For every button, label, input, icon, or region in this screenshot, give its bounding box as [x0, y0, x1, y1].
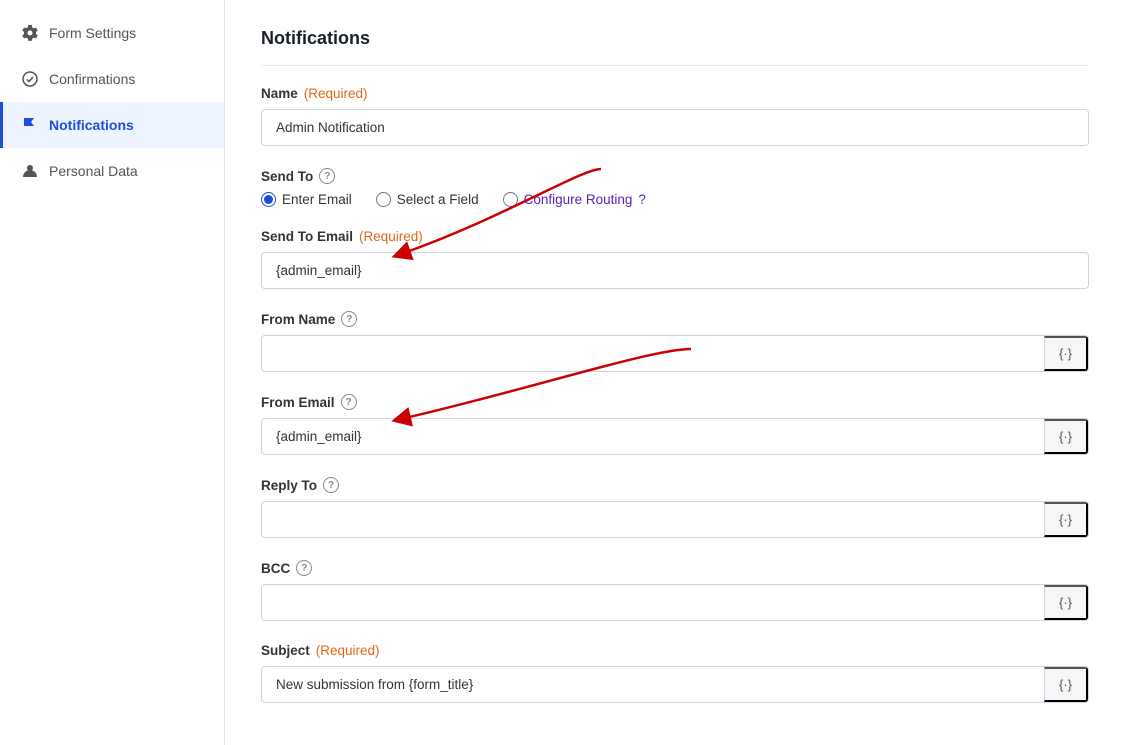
sidebar-item-notifications[interactable]: Notifications — [0, 102, 224, 148]
sidebar-item-label: Personal Data — [49, 163, 138, 179]
person-icon — [21, 162, 39, 180]
sidebar-item-confirmations[interactable]: Confirmations — [0, 56, 224, 102]
radio-enter-email-input[interactable] — [261, 192, 276, 207]
send-to-help-icon[interactable]: ? — [319, 168, 335, 184]
bcc-input[interactable] — [262, 585, 1044, 620]
send-to-email-input[interactable] — [261, 252, 1089, 289]
radio-select-field[interactable]: Select a Field — [376, 192, 479, 207]
subject-required: (Required) — [316, 643, 380, 658]
bcc-help-icon[interactable]: ? — [296, 560, 312, 576]
check-circle-icon — [21, 70, 39, 88]
from-email-group: From Email ? {·} — [261, 394, 1089, 455]
from-name-input-wrapper: {·} — [261, 335, 1089, 372]
name-required: (Required) — [304, 86, 368, 101]
reply-to-merge-button[interactable]: {·} — [1044, 502, 1088, 537]
send-to-radio-group: Enter Email Select a Field Configure Rou… — [261, 192, 1089, 207]
radio-select-field-label: Select a Field — [397, 192, 479, 207]
send-to-label: Send To ? — [261, 168, 1089, 184]
radio-enter-email[interactable]: Enter Email — [261, 192, 352, 207]
radio-configure-routing-input[interactable] — [503, 192, 518, 207]
from-email-merge-button[interactable]: {·} — [1044, 419, 1088, 454]
name-label: Name (Required) — [261, 86, 1089, 101]
send-to-group: Send To ? Enter Email Select a Field Con… — [261, 168, 1089, 207]
from-name-merge-button[interactable]: {·} — [1044, 336, 1088, 371]
bcc-merge-button[interactable]: {·} — [1044, 585, 1088, 620]
configure-routing-help-icon[interactable]: ? — [638, 192, 646, 207]
radio-configure-routing[interactable]: Configure Routing ? — [503, 192, 646, 207]
subject-merge-button[interactable]: {·} — [1044, 667, 1088, 702]
send-to-email-label: Send To Email (Required) — [261, 229, 1089, 244]
send-to-email-required: (Required) — [359, 229, 423, 244]
name-input[interactable] — [261, 109, 1089, 146]
radio-select-field-input[interactable] — [376, 192, 391, 207]
from-name-label: From Name ? — [261, 311, 1089, 327]
sidebar-item-label: Form Settings — [49, 25, 136, 41]
subject-label: Subject (Required) — [261, 643, 1089, 658]
from-email-input-wrapper: {·} — [261, 418, 1089, 455]
page-title: Notifications — [261, 28, 1089, 66]
reply-to-help-icon[interactable]: ? — [323, 477, 339, 493]
bcc-group: BCC ? {·} — [261, 560, 1089, 621]
sidebar-item-personal-data[interactable]: Personal Data — [0, 148, 224, 194]
from-name-input[interactable] — [262, 336, 1044, 371]
subject-input[interactable] — [262, 667, 1044, 702]
gear-icon — [21, 24, 39, 42]
reply-to-group: Reply To ? {·} — [261, 477, 1089, 538]
flag-icon — [21, 116, 39, 134]
main-content: Notifications Name (Required) Send To ? … — [225, 0, 1125, 745]
sidebar-item-label: Notifications — [49, 117, 134, 133]
from-email-label: From Email ? — [261, 394, 1089, 410]
reply-to-input-wrapper: {·} — [261, 501, 1089, 538]
radio-configure-routing-label: Configure Routing — [524, 192, 633, 207]
reply-to-label: Reply To ? — [261, 477, 1089, 493]
sidebar-item-form-settings[interactable]: Form Settings — [0, 10, 224, 56]
radio-enter-email-label: Enter Email — [282, 192, 352, 207]
bcc-label: BCC ? — [261, 560, 1089, 576]
bcc-input-wrapper: {·} — [261, 584, 1089, 621]
from-email-input[interactable] — [262, 419, 1044, 454]
from-name-group: From Name ? {·} — [261, 311, 1089, 372]
from-email-help-icon[interactable]: ? — [341, 394, 357, 410]
sidebar-item-label: Confirmations — [49, 71, 135, 87]
subject-input-wrapper: {·} — [261, 666, 1089, 703]
sidebar: Form Settings Confirmations Notification… — [0, 0, 225, 745]
send-to-email-group: Send To Email (Required) — [261, 229, 1089, 289]
subject-group: Subject (Required) {·} — [261, 643, 1089, 703]
name-field-group: Name (Required) — [261, 86, 1089, 146]
reply-to-input[interactable] — [262, 502, 1044, 537]
from-name-help-icon[interactable]: ? — [341, 311, 357, 327]
